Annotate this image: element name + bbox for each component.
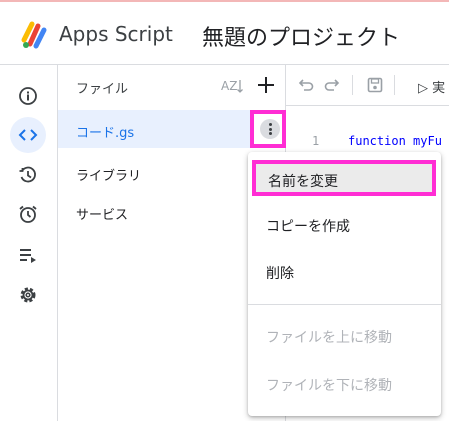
toolbar-divider	[352, 75, 353, 95]
project-history-button[interactable]	[10, 157, 46, 193]
alarm-icon	[19, 205, 37, 223]
undo-icon[interactable]	[296, 76, 314, 94]
files-label: ファイル	[76, 82, 129, 97]
overview-button[interactable]	[10, 78, 46, 114]
editor-toolbar: ▷ 実	[286, 65, 449, 106]
run-button[interactable]: ▷ 実	[418, 77, 445, 96]
menu-item-move-down: ファイルを下に移動	[248, 361, 441, 407]
file-item-label: コード.gs	[76, 126, 135, 141]
executions-button[interactable]	[10, 237, 46, 273]
menu-item-label: ファイルを下に移動	[266, 378, 392, 394]
gear-icon	[20, 287, 36, 303]
menu-divider	[248, 304, 441, 305]
history-icon	[19, 166, 36, 183]
left-navigation-rail	[0, 65, 58, 421]
menu-item-label: 削除	[266, 266, 294, 282]
save-icon[interactable]	[366, 76, 384, 94]
menu-item-delete[interactable]: 削除	[248, 249, 441, 295]
menu-item-label: コピーを作成	[266, 219, 350, 235]
triggers-button[interactable]	[10, 196, 46, 232]
menu-item-rename[interactable]: 名前を変更	[252, 160, 436, 196]
menu-item-make-copy[interactable]: コピーを作成	[248, 202, 441, 248]
code-icon	[18, 129, 38, 141]
file-more-options-highlight	[250, 110, 286, 148]
apps-script-logo[interactable]	[20, 20, 50, 50]
file-context-menu: 名前を変更 コピーを作成 削除 ファイルを上に移動 ファイルを下に移動	[248, 152, 441, 416]
app-header: Apps Script 無題のプロジェクト	[0, 2, 449, 65]
info-icon	[19, 87, 37, 105]
svg-text:AZ: AZ	[221, 79, 237, 93]
menu-item-move-up: ファイルを上に移動	[248, 313, 441, 359]
menu-item-label: 名前を変更	[268, 174, 338, 190]
settings-button[interactable]	[10, 277, 46, 313]
file-item-label: サービス	[76, 208, 129, 223]
sort-az-icon[interactable]: AZ	[221, 77, 243, 95]
project-title[interactable]: 無題のプロジェクト	[202, 20, 400, 52]
file-item-label: ライブラリ	[76, 169, 142, 184]
files-header: ファイル AZ	[58, 65, 285, 105]
add-file-icon[interactable]	[255, 74, 277, 96]
app-title: Apps Script	[59, 22, 173, 46]
redo-icon[interactable]	[324, 76, 342, 94]
menu-item-label: ファイルを上に移動	[266, 330, 392, 346]
executions-icon	[20, 249, 36, 263]
line-number: 1	[312, 134, 320, 148]
code-line[interactable]: function myFu	[348, 134, 442, 148]
editor-button[interactable]	[10, 117, 46, 153]
toolbar-divider	[394, 75, 395, 95]
more-vert-icon[interactable]	[260, 119, 280, 139]
